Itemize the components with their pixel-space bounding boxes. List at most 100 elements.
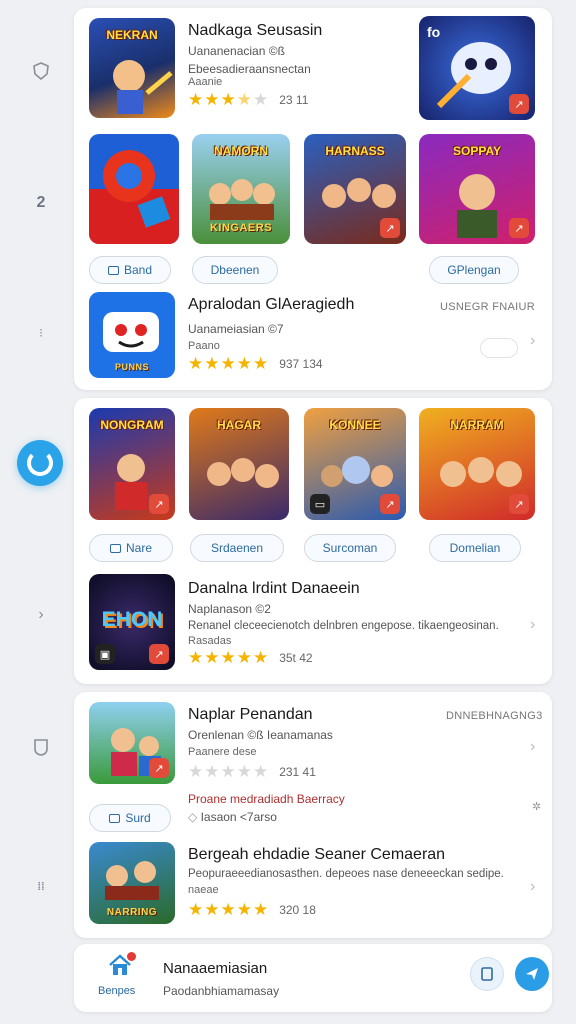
app3-title[interactable]: Danalna lrdint Danaeein: [188, 580, 360, 598]
rating-count: 23 11: [279, 93, 309, 107]
shield-icon[interactable]: [30, 60, 52, 82]
chevron-right-icon[interactable]: ›: [530, 878, 535, 896]
row1-thumb-2[interactable]: NAMORN KINGAERS: [192, 134, 290, 244]
shield-outline-icon[interactable]: [30, 736, 52, 758]
number-icon[interactable]: 2: [30, 192, 52, 214]
pill-label: Surd: [125, 811, 151, 825]
pill-label: Nare: [125, 541, 152, 555]
app2-icon[interactable]: PUNNS: [89, 292, 175, 378]
row1-thumb-1[interactable]: [89, 134, 179, 244]
app3-category: Rasadas: [188, 635, 232, 647]
app4-meta: DNNEBHNAGNG3: [446, 710, 543, 722]
dbeenen-pill[interactable]: Dbeenen: [192, 256, 278, 284]
row2-thumb-4[interactable]: NARRAM ↗: [419, 408, 535, 520]
row2-thumb-1[interactable]: NONGRAM ↗: [89, 408, 175, 520]
toggle-control[interactable]: [480, 338, 518, 358]
app3-rating: ★★★★★ 35t 42: [188, 648, 313, 668]
pause-icon[interactable]: ⁞⁞: [30, 876, 52, 898]
star-rating: ★★★★★: [188, 762, 270, 781]
app4-icon[interactable]: ↗: [89, 702, 175, 784]
side-rail: 2 ⁝ › ⁞⁞: [0, 0, 80, 1024]
icon-caption: NARRING: [106, 907, 158, 918]
download-badge-icon[interactable]: ↗: [149, 494, 169, 514]
row2-thumb-3[interactable]: KONNEE ▭ ↗: [304, 408, 406, 520]
pill-label: Surcoman: [322, 541, 378, 555]
bookmark-icon: [481, 967, 493, 981]
bottom-subtitle: Paodanbhiamamasay: [163, 984, 280, 998]
featured-thumbnail[interactable]: NEKRAN: [89, 18, 175, 118]
home-label: Benpes: [98, 985, 136, 997]
games-card: NONGRAM ↗ HAGAR KONNEE ▭ ↗ NARRAM ↗ Nare…: [74, 398, 552, 684]
featured-rating: ★★★★★ 23 11: [188, 90, 308, 110]
app2-developer: Uanameiasian ©7: [188, 322, 284, 336]
app2-rating: ★★★★★ 937 134: [188, 354, 323, 374]
pill-label: Srdaenen: [210, 541, 264, 555]
box-icon: [107, 265, 119, 275]
send-button[interactable]: [515, 957, 549, 991]
sparkle-icon: ✲: [532, 801, 542, 813]
rating-count: 320 18: [279, 903, 316, 917]
app4-rating: ★★★★★ 231 41: [188, 762, 316, 782]
chevron-right-icon[interactable]: ›: [30, 604, 52, 626]
nare-pill[interactable]: Nare: [89, 534, 173, 562]
app2-title[interactable]: Apralodan GlAeragiedh: [188, 296, 354, 314]
app4-developer: Orenlenan ©ß Ieanamanas: [188, 728, 333, 742]
send-icon: [526, 968, 538, 980]
box-icon: [109, 813, 121, 823]
domelian-pill[interactable]: Domelian: [429, 534, 521, 562]
download-badge-icon[interactable]: ↗: [149, 644, 169, 664]
download-badge-icon[interactable]: ↗: [509, 218, 529, 238]
pill-label: Dbeenen: [210, 263, 260, 277]
download-badge-icon[interactable]: ↗: [509, 94, 529, 114]
app4-promo: Proane medradiadh Baerracy: [188, 792, 345, 806]
tag-icon: ◇: [188, 810, 201, 824]
star-rating: ★★★★★: [188, 900, 270, 919]
row1-thumb-4[interactable]: SOPPAY ↗: [419, 134, 535, 244]
srdaenen-pill[interactable]: Srdaenen: [190, 534, 284, 562]
featured-developer: Uananenacian ©ß: [188, 44, 285, 58]
app5-rating: ★★★★★ 320 18: [188, 900, 316, 920]
download-badge-icon[interactable]: ↗: [380, 494, 400, 514]
app5-description: Peopuraeeedianosasthen. depeoes nase den…: [188, 868, 504, 880]
screen-badge-icon[interactable]: ▣: [95, 644, 115, 664]
dot-icon[interactable]: ⁝: [30, 322, 52, 344]
star-rating: ★★★★★: [188, 90, 270, 109]
home-button[interactable]: [100, 952, 140, 976]
save-button[interactable]: [470, 957, 504, 991]
notification-dot: [127, 952, 136, 961]
gplengan-pill[interactable]: GPlengan: [429, 256, 519, 284]
bottom-title: Nanaaemiasian: [163, 960, 268, 977]
chevron-right-icon[interactable]: ›: [530, 616, 535, 634]
app4-category: Paanere dese: [188, 746, 257, 758]
download-badge-icon[interactable]: ↗: [149, 758, 169, 778]
featured-card: NEKRAN Nadkaga Seusasin Uananenacian ©ß …: [74, 8, 552, 390]
icon-caption: PUNNS: [114, 362, 149, 372]
surcoman-pill[interactable]: Surcoman: [304, 534, 396, 562]
thumb-overlay: KINGAERS: [209, 222, 273, 234]
rating-count: 35t 42: [279, 651, 313, 665]
featured-category: Aaanie: [188, 76, 223, 88]
featured-description: Ebeesadieraansnectan: [188, 62, 311, 76]
app4-title[interactable]: Naplar Penandan: [188, 706, 313, 724]
screen-badge-icon[interactable]: ▭: [310, 494, 330, 514]
download-badge-icon[interactable]: ↗: [380, 218, 400, 238]
rating-count: 231 41: [279, 765, 316, 779]
pill-label: Band: [123, 263, 153, 277]
pill-label: Domelian: [449, 541, 501, 555]
row2-thumb-2[interactable]: HAGAR: [189, 408, 289, 520]
row1-thumb-3[interactable]: HARNASS ↗: [304, 134, 406, 244]
chevron-right-icon[interactable]: ›: [530, 332, 535, 350]
app5-icon[interactable]: NARRING: [89, 842, 175, 924]
download-badge-icon[interactable]: ↗: [509, 494, 529, 514]
home-icon: [108, 952, 136, 976]
surd-pill[interactable]: Surd: [89, 804, 171, 832]
chevron-right-icon[interactable]: ›: [530, 738, 535, 756]
featured-title[interactable]: Nadkaga Seusasin: [188, 22, 322, 40]
app3-icon[interactable]: EHON ▣ ↗: [89, 574, 175, 670]
app5-title[interactable]: Bergeah ehdadie Seaner Cemaeran: [188, 846, 445, 864]
star-rating: ★★★★★: [188, 648, 270, 667]
band-pill[interactable]: Band: [89, 256, 171, 284]
active-circle-icon[interactable]: [17, 440, 63, 486]
featured-art[interactable]: fo ↗: [419, 16, 535, 120]
icon-caption: EHON: [101, 608, 163, 631]
